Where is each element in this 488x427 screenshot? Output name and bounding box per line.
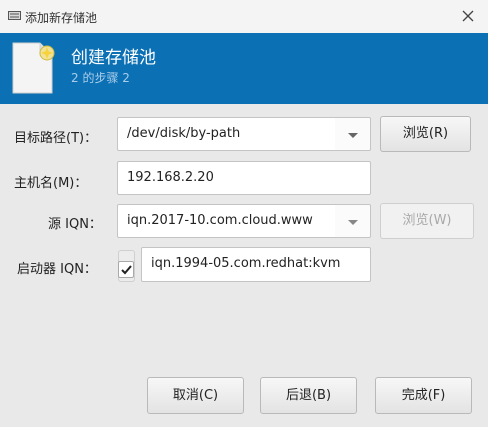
browse-target-button[interactable]: 浏览(R) (380, 116, 471, 152)
target-path-label: 目标路径(T)： (14, 131, 98, 146)
title-bar: 添加新存储池 (0, 0, 488, 33)
source-iqn-dropdown[interactable] (335, 204, 371, 238)
window-title: 添加新存储池 (25, 11, 98, 25)
target-path-input[interactable]: /dev/disk/by-path (117, 117, 339, 151)
wizard-heading: 创建存储池 (71, 48, 156, 68)
initiator-iqn-label: 启动器 IQN： (17, 262, 97, 277)
initiator-iqn-checkbox[interactable] (118, 261, 134, 278)
browse-source-button[interactable]: 浏览(W) (380, 203, 474, 239)
checkmark-icon (121, 265, 132, 275)
back-button[interactable]: 后退(B) (260, 377, 357, 414)
cancel-button[interactable]: 取消(C) (147, 377, 244, 414)
close-icon[interactable] (458, 6, 478, 26)
target-path-dropdown[interactable] (335, 117, 371, 151)
finish-button[interactable]: 完成(F) (375, 377, 472, 414)
initiator-iqn-input[interactable]: iqn.1994-05.com.redhat:kvm (141, 247, 371, 282)
host-name-label: 主机名(M)： (14, 176, 88, 191)
host-name-input[interactable]: 192.168.2.20 (117, 161, 371, 195)
wizard-step: 2 的步骤 2 (71, 71, 130, 85)
source-iqn-label: 源 IQN： (48, 217, 102, 232)
document-add-icon (12, 42, 55, 94)
source-iqn-input[interactable]: iqn.2017-10.com.cloud.www (117, 204, 339, 238)
wizard-banner: 创建存储池 2 的步骤 2 (0, 33, 488, 104)
storage-pool-icon (8, 11, 21, 20)
